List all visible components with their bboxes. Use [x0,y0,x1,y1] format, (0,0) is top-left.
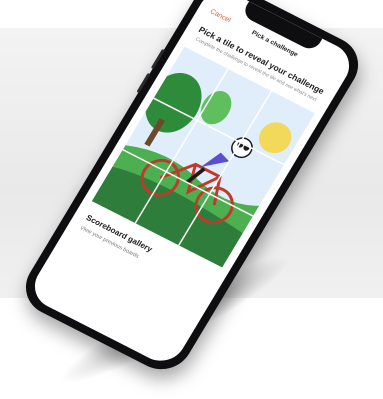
cancel-link[interactable]: Cancel [209,8,232,24]
nav-spacer [320,66,334,73]
